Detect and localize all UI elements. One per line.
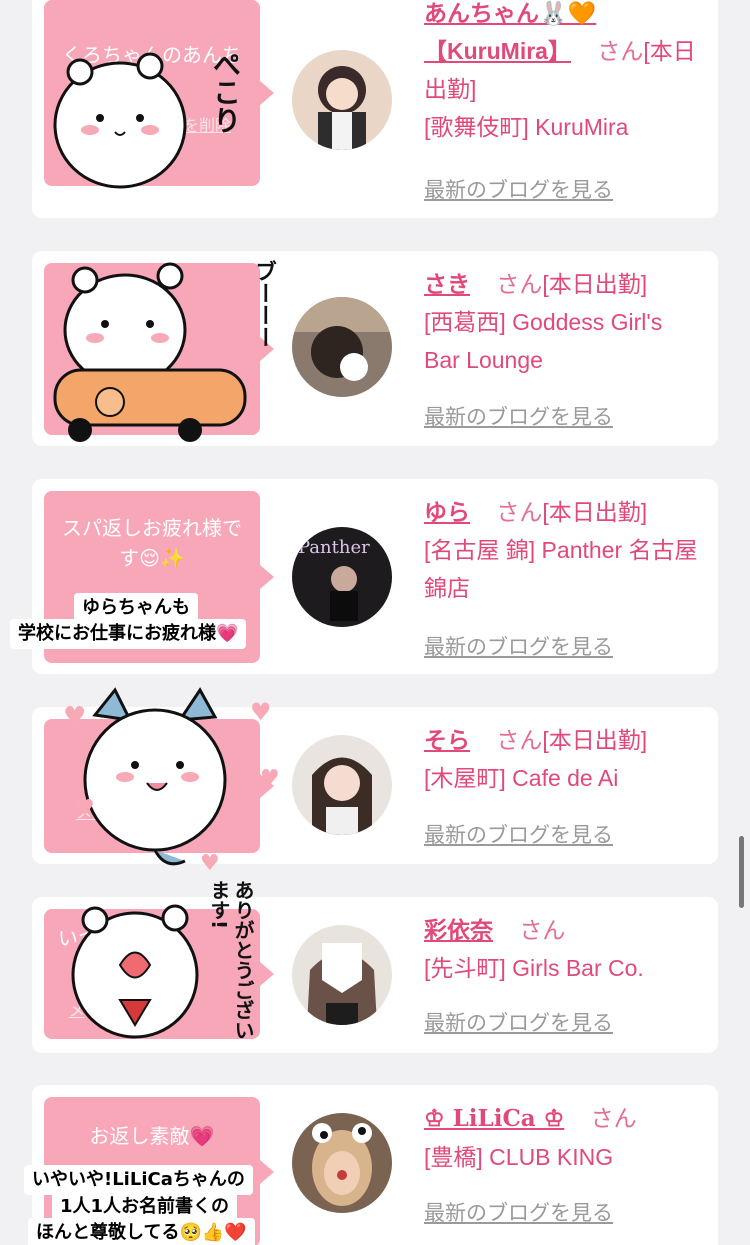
avatar[interactable] [292,297,392,397]
bowing-bear-sticker: ぺこり [50,50,250,200]
avatar[interactable] [292,735,392,835]
sticker-text: ありがとうございます! [207,880,255,1040]
honorific: さん [597,38,644,64]
cast-name-link[interactable]: あんちゃん🐰🧡【KuruMira】 [424,0,596,64]
scrollbar[interactable] [739,836,744,908]
cast-name-link[interactable]: ゆら [424,499,470,525]
honorific: さん [496,271,543,297]
latest-blog-link[interactable]: 最新のブログを見る [424,631,613,661]
cast-info: そら さん[本日出勤] [木屋町] Cafe de Ai [424,721,704,797]
svg-text:♥: ♥ [250,698,272,726]
shop-name: [名古屋 錦] Panther 名古屋錦店 [424,537,698,601]
shop-name: [豊橋] CLUB KING [424,1144,614,1170]
caption-line: ほんと尊敬してる🥺👍❤️ [36,1222,247,1243]
caption-line: ゆらちゃんも [82,597,190,618]
svg-text:Panther: Panther [298,537,370,558]
cast-info: さき さん[本日出勤] [西葛西] Goddess Girl's Bar Lou… [424,265,704,379]
cast-info: 彩依奈 さん [先斗町] Girls Bar Co. [424,911,704,987]
cat-hearts-sticker: ♥ ♥ ♥ ♥ ♥ [55,685,285,876]
sticker-text: ブーーー [251,260,276,348]
svg-text:♥: ♥ [75,796,95,821]
cast-info: あんちゃん🐰🧡【KuruMira】 さん[本日出勤] [歌舞伎町] KuruMi… [424,0,704,146]
honorific: さん [496,499,543,525]
cast-name-link[interactable]: ♔ LiLiCa ♔ [424,1105,564,1132]
avatar[interactable] [292,50,392,150]
avatar[interactable] [292,925,392,1025]
svg-text:♥: ♥ [260,766,280,791]
svg-text:♥: ♥ [200,851,220,875]
work-status: [本日出勤] [542,271,648,297]
honorific: さん [496,727,543,753]
sticker-caption: 学校にお仕事にお疲れ様💗 [10,619,247,649]
cast-name-link[interactable]: さき [424,271,470,297]
cast-info: ゆら さん[本日出勤] [名古屋 錦] Panther 名古屋錦店 [424,493,704,607]
bubble-message-text: お返し素敵💗 [89,1124,215,1148]
svg-text:♥: ♥ [63,702,86,732]
car-bear-sticker: ブーーー [40,260,290,450]
avatar[interactable]: Panther [292,527,392,627]
caption-line: 1人1人お名前書くの [60,1196,230,1217]
avatar[interactable] [292,1113,392,1213]
sticker-text: ぺこり [209,50,242,134]
heart-bear-sticker: ありがとうございます! [65,880,255,1050]
bubble-message-text: スパ返しお疲れ様です😌✨ [62,516,242,570]
caption-line: いやいや!LiLiCaちゃんの [32,1169,245,1190]
honorific: さん [590,1105,637,1131]
latest-blog-link[interactable]: 最新のブログを見る [424,1007,613,1037]
cast-info: ♔ LiLiCa ♔ さん [豊橋] CLUB KING [424,1099,704,1176]
latest-blog-link[interactable]: 最新のブログを見る [424,1197,613,1227]
cast-name-link[interactable]: 彩依奈 [424,917,493,943]
work-status: [本日出勤] [542,727,648,753]
shop-name: [木屋町] Cafe de Ai [424,765,619,791]
honorific: さん [519,917,566,943]
sticker-caption: ほんと尊敬してる🥺👍❤️ [28,1218,255,1245]
cast-name-link[interactable]: そら [424,727,470,753]
sticker-caption: いやいや!LiLiCaちゃんの [24,1165,253,1195]
shop-name: [西葛西] Goddess Girl's Bar Lounge [424,309,663,373]
latest-blog-link[interactable]: 最新のブログを見る [424,174,613,204]
latest-blog-link[interactable]: 最新のブログを見る [424,819,613,849]
shop-name: [先斗町] Girls Bar Co. [424,955,644,981]
caption-line: 学校にお仕事にお疲れ様💗 [18,623,239,644]
latest-blog-link[interactable]: 最新のブログを見る [424,401,613,431]
shop-name: [歌舞伎町] KuruMira [424,114,629,140]
work-status: [本日出勤] [542,499,648,525]
